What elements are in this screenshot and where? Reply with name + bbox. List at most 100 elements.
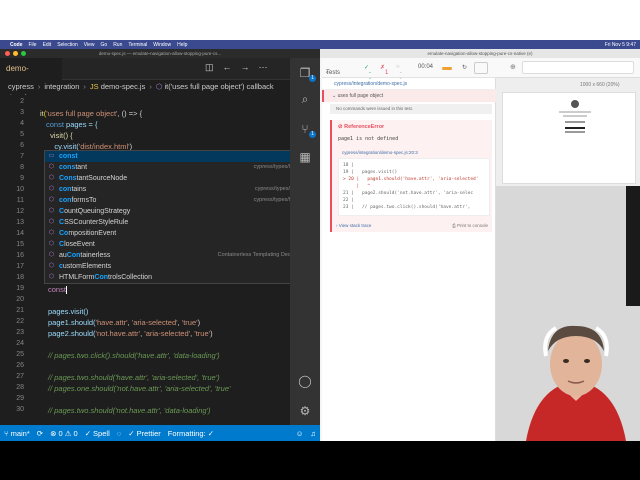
- cypress-title-bar: emulate-navigation-allow-stopping-pure-c…: [320, 49, 640, 58]
- line-number: 8: [20, 164, 24, 171]
- menu-app-name[interactable]: Code: [10, 42, 23, 48]
- explorer-badge: 1: [309, 75, 316, 82]
- suggestion-item[interactable]: ⬡ CloseEvent: [45, 239, 309, 250]
- suggestion-item[interactable]: ⬡ CSSCounterStyleRule: [45, 217, 309, 228]
- gear-icon[interactable]: ⚙: [298, 404, 312, 418]
- menu-run[interactable]: Run: [113, 42, 122, 48]
- suggestion-label: const: [59, 153, 78, 160]
- close-window-button[interactable]: [5, 51, 10, 56]
- more-actions-icon[interactable]: ⋯: [259, 62, 268, 73]
- suggestion-item[interactable]: ⬡ contains cypress/types/jquery: [45, 184, 309, 195]
- menu-view[interactable]: View: [84, 42, 95, 48]
- go-back-icon[interactable]: ←: [223, 62, 232, 73]
- tab-demo-spec[interactable]: demo-spec.jsU: [0, 58, 62, 95]
- keyword-icon: ▭: [48, 153, 55, 159]
- suggestion-label: CloseEvent: [59, 241, 95, 248]
- minimize-window-button[interactable]: [13, 51, 18, 56]
- line-number: 14: [16, 230, 24, 237]
- reporter-header: ‹ Tests ✓ -- ✗ 1 ○ -- 00:04 ↻: [322, 58, 496, 82]
- split-editor-icon[interactable]: ◫: [205, 62, 214, 73]
- line-number: 11: [16, 197, 24, 204]
- notifications-icon[interactable]: ♫: [310, 429, 320, 438]
- suggestion-item[interactable]: ⬡ customElements: [45, 261, 309, 272]
- breadcrumb-symbol[interactable]: it('uses full page object') callback: [164, 82, 273, 91]
- search-icon[interactable]: ⌕: [298, 92, 312, 106]
- breadcrumb-integration[interactable]: integration: [44, 82, 79, 91]
- spell-indicator[interactable]: ✓ Spell: [85, 429, 110, 438]
- formatting-indicator[interactable]: Formatting: ✓: [168, 429, 214, 438]
- code-line-21: pages.visit(): [48, 307, 89, 316]
- prettier-indicator[interactable]: ✓ Prettier: [128, 429, 161, 438]
- url-bar: ⊕: [496, 58, 640, 78]
- feedback-icon[interactable]: ☺: [296, 429, 304, 438]
- line-number: 19: [16, 285, 24, 292]
- sync-icon[interactable]: ⟳: [37, 429, 43, 438]
- line-number: 30: [16, 406, 24, 413]
- app-text-line: [559, 111, 591, 113]
- presenter-image: [496, 186, 640, 441]
- print-to-console-button[interactable]: ⎙ Print to console: [452, 223, 488, 228]
- frame-line-error: > 20 | page1.should('have.attr', 'aria-s…: [343, 177, 479, 182]
- menu-help[interactable]: Help: [177, 42, 187, 48]
- webcam-overlay: [496, 186, 640, 441]
- line-number: 25: [16, 351, 24, 358]
- line-number: 29: [16, 395, 24, 402]
- error-location-link[interactable]: cypress/integration/demo-spec.js:20:3: [342, 150, 418, 155]
- suggestion-item[interactable]: ⬡ HTMLFormControlsCollection: [45, 272, 309, 283]
- activity-bar: ❐ 1 ⌕ ⑂ 1 ▦ ◯ ⚙: [290, 58, 320, 425]
- line-number: 23: [16, 329, 24, 336]
- url-input[interactable]: [522, 61, 634, 74]
- menu-window[interactable]: Window: [153, 42, 171, 48]
- extensions-icon[interactable]: ▦: [298, 150, 312, 164]
- menu-edit[interactable]: Edit: [43, 42, 52, 48]
- suggestion-item[interactable]: ⬡ conformsTo cypress/types/lodash: [45, 195, 309, 206]
- menu-right-status: Fri Nov 5 9:47: [605, 42, 640, 48]
- symbol-icon: ⬡: [48, 263, 55, 269]
- app-nav-item-selected: [565, 127, 585, 129]
- breadcrumb-file[interactable]: demo-spec.js: [101, 82, 146, 91]
- frame-line: 18 |: [343, 163, 354, 168]
- code-line-28: // pages.one.should('not.have.attr', 'ar…: [48, 384, 231, 393]
- line-number: 20: [16, 296, 24, 303]
- suggestion-item[interactable]: ⬡ auContainerless Containerless Templating…: [45, 250, 309, 261]
- maximize-window-button[interactable]: [21, 51, 26, 56]
- code-line-19: const: [48, 285, 67, 295]
- code-line-27: // pages.two.should('have.attr', 'aria-s…: [48, 373, 220, 382]
- app-text-line: [563, 115, 587, 117]
- test-title[interactable]: ⌄ uses full page object: [322, 90, 496, 102]
- js-file-icon: JS: [89, 82, 101, 91]
- go-forward-icon[interactable]: →: [241, 62, 250, 73]
- line-number: 12: [16, 208, 24, 215]
- spec-path[interactable]: cypress/integration/demo-spec.js: [322, 78, 496, 90]
- breadcrumb-cypress[interactable]: cypress: [8, 82, 34, 91]
- suggestion-item[interactable]: ⬡ constant cypress/types/lodash: [45, 162, 309, 173]
- error-name: ⊘ ReferenceError: [338, 124, 385, 130]
- menu-file[interactable]: File: [29, 42, 37, 48]
- branch-indicator[interactable]: ⑂ main*: [4, 429, 30, 438]
- problems-indicator[interactable]: ⊗ 0 ⚠ 0: [50, 429, 78, 438]
- suggestion-label: CompositionEvent: [59, 230, 117, 237]
- menu-selection[interactable]: Selection: [57, 42, 78, 48]
- suggestion-label: CountQueuingStrategy: [59, 208, 131, 215]
- clock[interactable]: Fri Nov 5 9:47: [605, 42, 636, 48]
- suggestion-item[interactable]: ⬡ ConstantSourceNode: [45, 173, 309, 184]
- view-stack-trace-button[interactable]: › View stack trace: [336, 223, 371, 228]
- stop-button[interactable]: [474, 62, 488, 74]
- failed-count: ✗ 1: [380, 65, 389, 76]
- menu-go[interactable]: Go: [101, 42, 108, 48]
- suggestion-item[interactable]: ▭constconst: [45, 151, 309, 162]
- status-indicator: [442, 67, 452, 70]
- account-icon[interactable]: ◯: [298, 374, 312, 388]
- chevron-right-icon: ›: [83, 82, 86, 91]
- app-logo: [571, 100, 579, 108]
- selector-playground-icon[interactable]: ⊕: [510, 63, 516, 71]
- menu-terminal[interactable]: Terminal: [128, 42, 147, 48]
- suggestion-item[interactable]: ⬡ CountQueuingStrategy: [45, 206, 309, 217]
- suggestion-item[interactable]: ⬡ CompositionEvent: [45, 228, 309, 239]
- restart-icon[interactable]: ↻: [462, 64, 467, 71]
- app-content: [555, 100, 595, 140]
- symbol-icon: ⬡: [48, 252, 55, 258]
- line-number: 10: [16, 186, 24, 193]
- line-number: 7: [20, 153, 24, 160]
- line-number: 4: [20, 120, 24, 127]
